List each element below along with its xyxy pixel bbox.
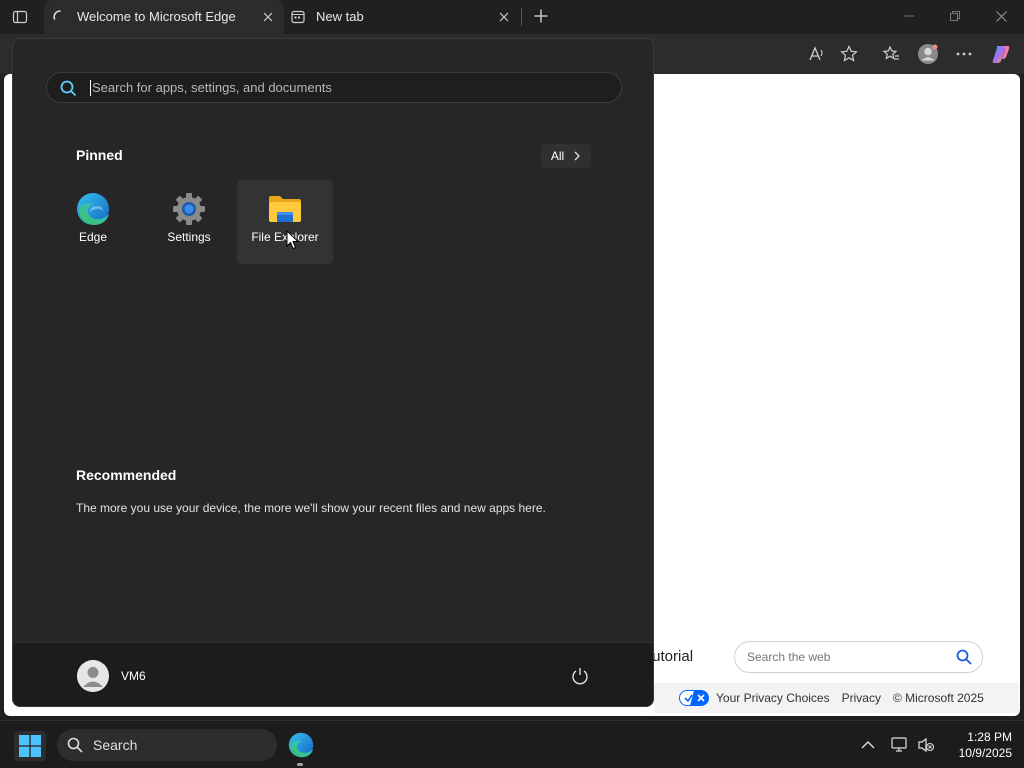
browser-tab-bar: Welcome to Microsoft Edge New tab xyxy=(0,0,1024,34)
plus-icon xyxy=(534,9,548,23)
new-tab-button[interactable] xyxy=(530,5,552,27)
edge-icon xyxy=(288,732,314,758)
more-dots-icon xyxy=(956,52,972,56)
settings-gear-icon xyxy=(172,192,206,226)
running-app-indicator xyxy=(297,763,303,766)
pinned-app-edge[interactable]: Edge xyxy=(45,180,141,264)
copyright-text: © Microsoft 2025 xyxy=(892,691,984,705)
tab-welcome[interactable]: Welcome to Microsoft Edge xyxy=(44,0,284,34)
start-button[interactable] xyxy=(14,731,46,761)
restore-button[interactable] xyxy=(932,0,978,32)
tab-title: New tab xyxy=(316,9,364,24)
profile-avatar-icon xyxy=(918,44,938,64)
tab-actions-icon xyxy=(12,10,28,24)
user-name[interactable]: VM6 xyxy=(121,669,146,683)
privacy-link[interactable]: Privacy xyxy=(842,691,881,705)
web-search-placeholder: Search the web xyxy=(747,650,831,664)
web-search-button[interactable] xyxy=(956,649,972,670)
search-icon xyxy=(956,649,972,665)
copilot-button[interactable] xyxy=(990,43,1012,65)
pinned-app-label: Settings xyxy=(167,230,211,244)
profile-button[interactable] xyxy=(917,43,939,65)
pinned-app-label: Edge xyxy=(78,230,108,244)
windows-logo-icon xyxy=(19,735,41,757)
read-aloud-button[interactable] xyxy=(806,43,828,65)
power-button[interactable] xyxy=(569,665,591,687)
tab-separator xyxy=(521,8,522,26)
volume-muted-icon xyxy=(918,737,935,753)
privacy-choices-link[interactable]: Your Privacy Choices xyxy=(716,691,830,705)
show-hidden-icons-button[interactable] xyxy=(858,735,878,755)
search-icon xyxy=(67,737,83,758)
minimize-button[interactable] xyxy=(886,0,932,32)
close-icon xyxy=(499,12,509,22)
user-avatar[interactable] xyxy=(77,660,109,692)
start-menu: Search for apps, settings, and documents… xyxy=(12,38,654,707)
taskbar-clock[interactable]: 1:28 PM 10/9/2025 xyxy=(940,729,1012,761)
clock-time: 1:28 PM xyxy=(967,730,1012,744)
add-favorite-button[interactable] xyxy=(838,43,860,65)
taskbar-search-label: Search xyxy=(93,737,138,753)
restore-icon xyxy=(950,11,960,21)
read-aloud-icon xyxy=(809,46,823,61)
power-icon xyxy=(572,668,588,685)
taskbar: Search 1:28 PM 10/9/2025 xyxy=(0,720,1024,768)
favorites-button[interactable] xyxy=(880,43,902,65)
close-window-button[interactable] xyxy=(978,0,1024,32)
close-icon xyxy=(263,12,273,22)
pinned-app-settings[interactable]: Settings xyxy=(141,180,237,264)
tab-title: Welcome to Microsoft Edge xyxy=(77,9,236,24)
user-avatar-icon xyxy=(77,660,109,692)
mouse-cursor-icon xyxy=(286,230,300,250)
copilot-icon xyxy=(992,46,1010,63)
web-search-box[interactable]: Search the web xyxy=(734,641,983,673)
start-menu-footer: VM6 xyxy=(13,642,653,706)
all-apps-button[interactable]: All xyxy=(541,144,591,168)
tab-close-button[interactable] xyxy=(260,9,276,25)
taskbar-search-box[interactable]: Search xyxy=(57,729,277,761)
webpage-partial-text: tutorial xyxy=(648,648,694,665)
text-caret xyxy=(90,80,91,96)
settings-more-button[interactable] xyxy=(953,43,975,65)
recommended-empty-text: The more you use your device, the more w… xyxy=(76,501,546,515)
folder-icon xyxy=(268,192,302,226)
network-icon xyxy=(891,737,907,752)
tab-new-tab[interactable]: New tab xyxy=(284,0,520,34)
favorites-icon xyxy=(882,45,899,60)
recommended-heading: Recommended xyxy=(76,467,177,483)
taskbar-edge-button[interactable] xyxy=(287,731,315,759)
edge-icon xyxy=(76,192,110,226)
close-icon xyxy=(995,10,1007,22)
all-apps-label: All xyxy=(550,149,565,163)
tab-actions-button[interactable] xyxy=(6,4,34,30)
pinned-app-file-explorer[interactable]: File Explorer xyxy=(237,180,333,264)
privacy-choices-icon xyxy=(679,690,709,706)
minimize-icon xyxy=(904,15,914,17)
search-placeholder: Search for apps, settings, and documents xyxy=(92,80,332,95)
chevron-right-icon xyxy=(574,151,581,161)
star-icon xyxy=(840,45,858,62)
clock-date: 10/9/2025 xyxy=(958,746,1012,760)
new-tab-page-icon xyxy=(291,10,305,24)
volume-button[interactable] xyxy=(916,735,936,755)
start-search-input[interactable]: Search for apps, settings, and documents xyxy=(46,72,622,103)
webpage-footer: Your Privacy Choices Privacy © Microsoft… xyxy=(654,683,1019,713)
tab-close-button[interactable] xyxy=(496,9,512,25)
loading-spinner-icon xyxy=(53,10,61,20)
pinned-heading: Pinned xyxy=(76,147,123,163)
chevron-up-icon xyxy=(861,741,875,749)
search-icon xyxy=(60,80,77,102)
pinned-app-label: File Explorer xyxy=(251,230,319,244)
network-status-button[interactable] xyxy=(890,735,910,755)
